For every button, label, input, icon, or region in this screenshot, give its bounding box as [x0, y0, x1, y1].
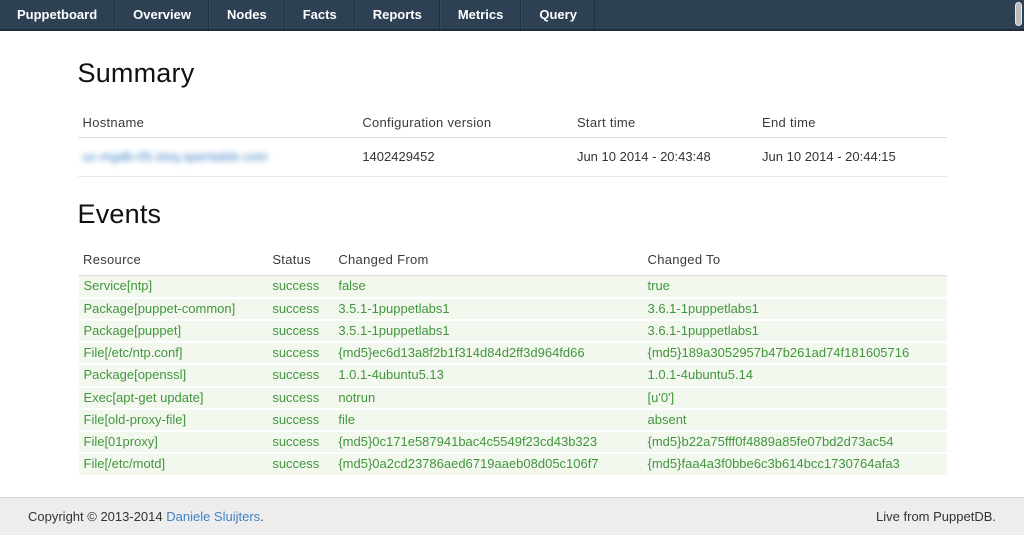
event-changed-to: 3.6.1-1puppetlabs1: [643, 298, 947, 320]
event-resource: Package[openssl]: [78, 364, 267, 386]
author-link[interactable]: Daniele Sluijters: [166, 509, 260, 524]
summary-table: Hostname Configuration version Start tim…: [78, 109, 947, 177]
copyright-prefix: Copyright © 2013-2014: [28, 509, 166, 524]
event-resource: File[/etc/ntp.conf]: [78, 342, 267, 364]
event-row: Exec[apt-get update] success notrun [u'0…: [78, 387, 947, 409]
event-row: Service[ntp] success false true: [78, 276, 947, 298]
events-heading: Events: [78, 199, 947, 230]
summary-heading: Summary: [78, 58, 947, 89]
summary-col-hostname: Hostname: [78, 109, 358, 138]
event-changed-to: {md5}faa4a3f0bbe6c3b614bcc1730764afa3: [643, 453, 947, 475]
events-col-changed-to: Changed To: [643, 246, 947, 276]
events-table: Resource Status Changed From Changed To …: [78, 246, 947, 476]
event-status: success: [267, 298, 333, 320]
nav-brand-puppetboard[interactable]: Puppetboard: [0, 0, 115, 29]
nav-item-metrics[interactable]: Metrics: [440, 0, 522, 29]
event-changed-to: absent: [643, 409, 947, 431]
event-changed-from: 3.5.1-1puppetlabs1: [333, 320, 642, 342]
event-row: Package[openssl] success 1.0.1-4ubuntu5.…: [78, 364, 947, 386]
summary-col-start-time: Start time: [572, 109, 757, 138]
event-changed-from: {md5}0c171e587941bac4c5549f23cd43b323: [333, 431, 642, 453]
live-status-text: Live from PuppetDB.: [876, 509, 996, 524]
page-footer: Copyright © 2013-2014 Daniele Sluijters.…: [0, 497, 1024, 535]
event-changed-to: true: [643, 276, 947, 298]
end-time-value: Jun 10 2014 - 20:44:15: [757, 138, 946, 177]
nav-item-facts[interactable]: Facts: [285, 0, 355, 29]
event-status: success: [267, 453, 333, 475]
event-changed-to: {md5}189a3052957b47b261ad74f181605716: [643, 342, 947, 364]
event-resource: Package[puppet]: [78, 320, 267, 342]
vertical-scrollbar-thumb[interactable]: [1015, 2, 1022, 26]
events-col-resource: Resource: [78, 246, 267, 276]
event-resource: Service[ntp]: [78, 276, 267, 298]
nav-item-reports[interactable]: Reports: [355, 0, 440, 29]
copyright-text: Copyright © 2013-2014 Daniele Sluijters.: [28, 509, 264, 524]
event-resource: File[01proxy]: [78, 431, 267, 453]
config-version-value: 1402429452: [357, 138, 572, 177]
copyright-suffix: .: [260, 509, 264, 524]
nav-item-query[interactable]: Query: [521, 0, 595, 29]
event-changed-to: [u'0']: [643, 387, 947, 409]
event-changed-to: {md5}b22a75fff0f4889a85fe07bd2d73ac54: [643, 431, 947, 453]
event-resource: Exec[apt-get update]: [78, 387, 267, 409]
event-resource: Package[puppet-common]: [78, 298, 267, 320]
hostname-link[interactable]: uc-mgdb-05.stsq.spentable.com: [83, 149, 268, 164]
nav-item-nodes[interactable]: Nodes: [209, 0, 285, 29]
event-changed-from: {md5}ec6d13a8f2b1f314d84d2ff3d964fd66: [333, 342, 642, 364]
event-status: success: [267, 342, 333, 364]
event-resource: File[old-proxy-file]: [78, 409, 267, 431]
event-status: success: [267, 387, 333, 409]
event-row: File[/etc/motd] success {md5}0a2cd23786a…: [78, 453, 947, 475]
event-status: success: [267, 431, 333, 453]
event-changed-from: notrun: [333, 387, 642, 409]
summary-col-config-version: Configuration version: [357, 109, 572, 138]
nav-item-overview[interactable]: Overview: [115, 0, 209, 29]
event-status: success: [267, 276, 333, 298]
summary-col-end-time: End time: [757, 109, 946, 138]
events-header-row: Resource Status Changed From Changed To: [78, 246, 947, 276]
event-changed-from: {md5}0a2cd23786aed6719aaeb08d05c106f7: [333, 453, 642, 475]
summary-row: uc-mgdb-05.stsq.spentable.com 1402429452…: [78, 138, 947, 177]
report-page: Summary Hostname Configuration version S…: [0, 31, 1024, 497]
event-row: File[/etc/ntp.conf] success {md5}ec6d13a…: [78, 342, 947, 364]
event-changed-from: file: [333, 409, 642, 431]
event-changed-to: 3.6.1-1puppetlabs1: [643, 320, 947, 342]
start-time-value: Jun 10 2014 - 20:43:48: [572, 138, 757, 177]
event-changed-from: 1.0.1-4ubuntu5.13: [333, 364, 642, 386]
event-changed-from: false: [333, 276, 642, 298]
event-status: success: [267, 409, 333, 431]
event-changed-to: 1.0.1-4ubuntu5.14: [643, 364, 947, 386]
top-navbar: Puppetboard Overview Nodes Facts Reports…: [0, 0, 1024, 31]
event-changed-from: 3.5.1-1puppetlabs1: [333, 298, 642, 320]
event-row: File[01proxy] success {md5}0c171e587941b…: [78, 431, 947, 453]
event-row: Package[puppet] success 3.5.1-1puppetlab…: [78, 320, 947, 342]
summary-header-row: Hostname Configuration version Start tim…: [78, 109, 947, 138]
events-col-status: Status: [267, 246, 333, 276]
event-row: Package[puppet-common] success 3.5.1-1pu…: [78, 298, 947, 320]
event-status: success: [267, 364, 333, 386]
events-col-changed-from: Changed From: [333, 246, 642, 276]
event-status: success: [267, 320, 333, 342]
event-resource: File[/etc/motd]: [78, 453, 267, 475]
event-row: File[old-proxy-file] success file absent: [78, 409, 947, 431]
